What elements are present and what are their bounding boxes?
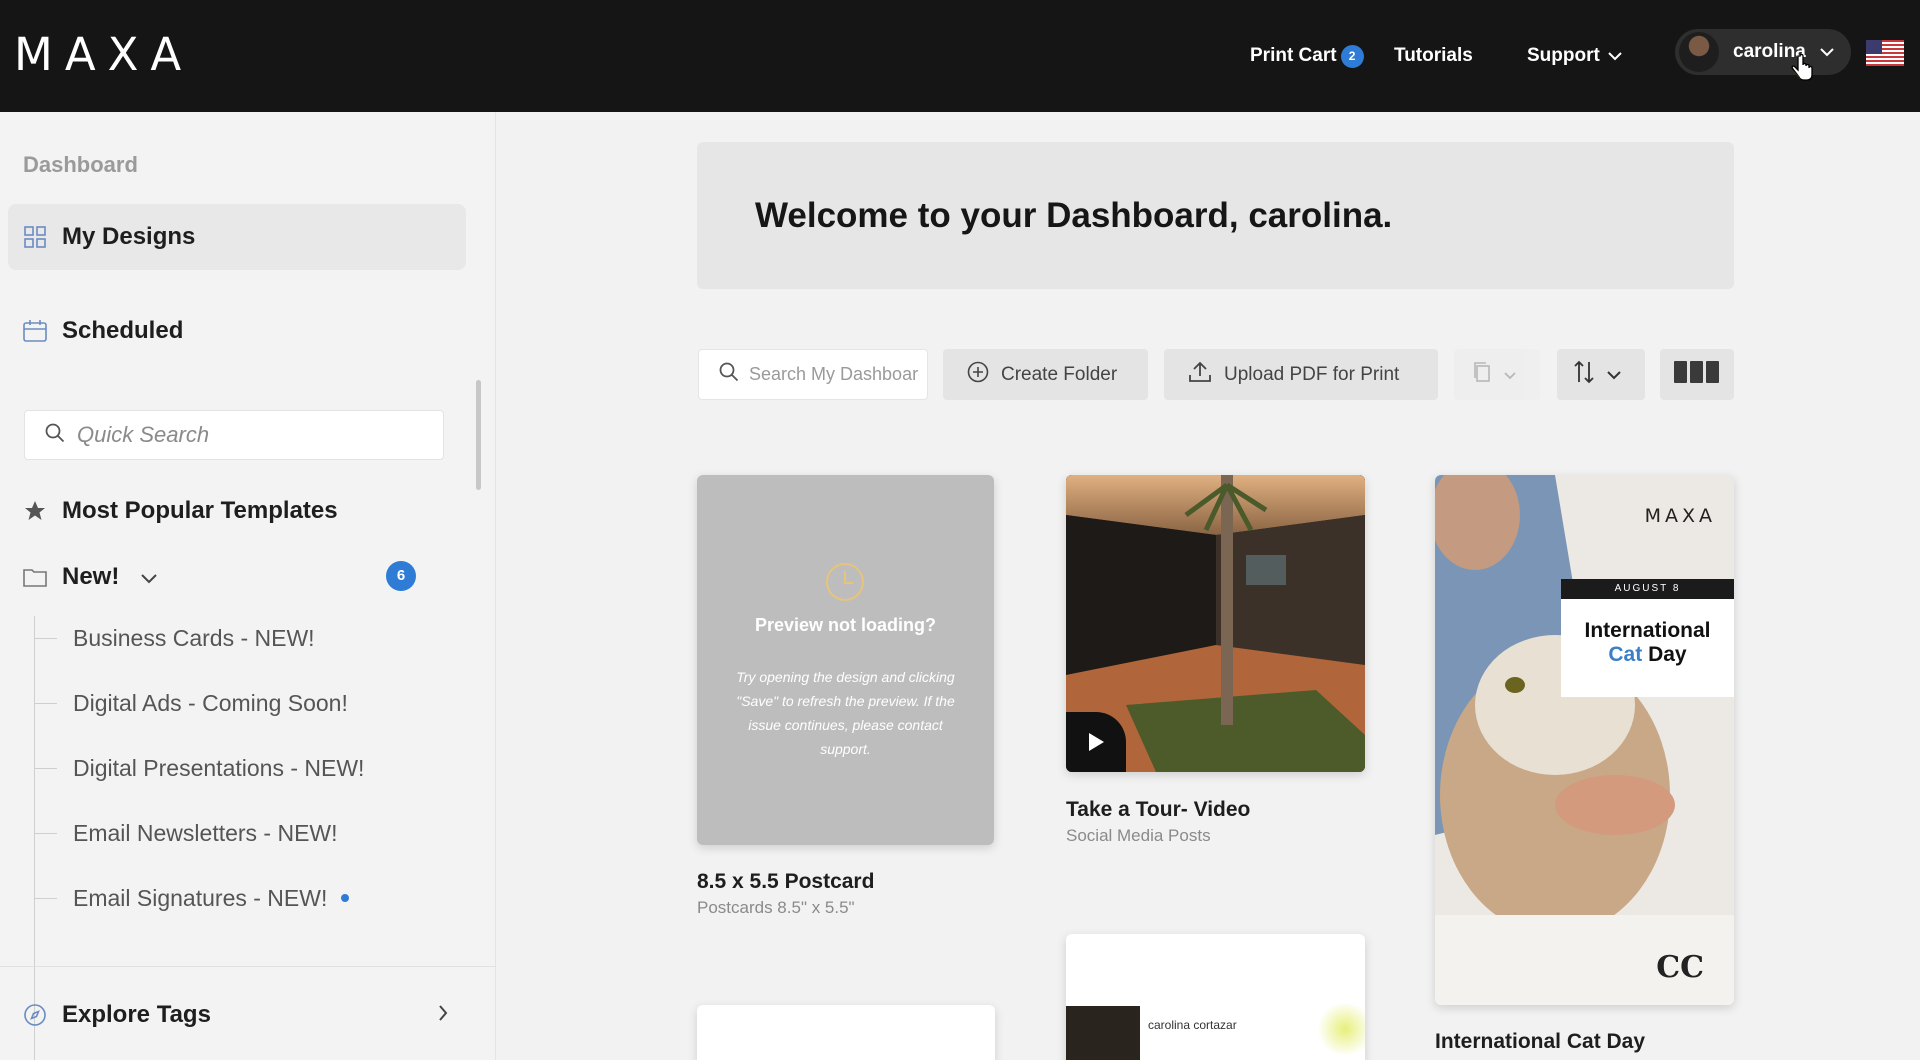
cat-card-line2: Cat Day (1561, 643, 1734, 667)
upload-pdf-label: Upload PDF for Print (1224, 363, 1400, 385)
support-label: Support (1527, 45, 1600, 66)
sidebar-subitem-business-cards[interactable]: Business Cards - NEW! (35, 618, 475, 658)
chevron-down-icon (1504, 364, 1516, 386)
sidebar-subitem-label: Digital Presentations - NEW! (73, 754, 365, 781)
cat-card-label-box: AUGUST 8 International Cat Day (1561, 579, 1734, 697)
sidebar-item-explore-tags[interactable]: Explore Tags (8, 982, 466, 1048)
play-button[interactable] (1066, 712, 1126, 772)
sort-icon (1573, 360, 1595, 390)
sidebar-item-my-designs[interactable]: My Designs (8, 204, 466, 270)
design-card-title[interactable]: 8.5 x 5.5 Postcard (697, 870, 874, 894)
us-flag-icon[interactable] (1866, 40, 1904, 66)
sidebar-item-most-popular[interactable]: Most Popular Templates (8, 478, 466, 544)
sidebar-item-label: New! (62, 563, 120, 590)
plus-circle-icon (967, 361, 989, 389)
preview-error-text: Try opening the design and clicking "Sav… (736, 669, 955, 757)
copy-icon (1472, 361, 1492, 389)
maxa-logo[interactable]: MAXA (14, 28, 193, 81)
design-card-subtitle: Postcards 8.5" x 5.5" (697, 898, 855, 917)
new-count-badge: 6 (386, 561, 416, 591)
dashboard-search-input[interactable] (749, 364, 919, 385)
copy-dropdown-button[interactable] (1454, 349, 1540, 400)
sidebar-subitem-label: Email Signatures - NEW! (73, 884, 328, 911)
play-icon (1089, 733, 1104, 751)
cat-card-line2-blue: Cat (1608, 643, 1643, 666)
print-cart-link[interactable]: Print Cart 2 (1250, 0, 1364, 112)
preview-error-title: Preview not loading? (754, 615, 937, 635)
design-card-thumbnail[interactable] (697, 1005, 995, 1060)
print-cart-count-badge: 2 (1340, 44, 1364, 68)
columns-icon (1674, 360, 1720, 390)
sidebar-subitem-label: Email Newsletters - NEW! (73, 819, 338, 846)
search-icon (45, 423, 65, 448)
user-menu[interactable]: carolina (1675, 29, 1851, 75)
chevron-down-icon (1820, 41, 1834, 63)
sidebar-subitem-digital-presentations[interactable]: Digital Presentations - NEW! (35, 748, 475, 788)
design-card-cat-day-thumbnail[interactable]: MAXA AUGUST 8 International Cat Day CC (1435, 475, 1734, 1005)
search-icon (719, 362, 739, 388)
signature-decoration (1315, 1004, 1365, 1054)
cat-card-monogram: CC (1656, 950, 1704, 985)
dashboard-search-field[interactable] (698, 349, 928, 400)
sidebar: Dashboard My Designs Scheduled Most Popu… (0, 112, 496, 1060)
cat-card-line2-rest: Day (1642, 643, 1687, 666)
upload-icon (1188, 361, 1212, 389)
tutorials-link[interactable]: Tutorials (1394, 0, 1473, 112)
sidebar-dashboard-heading: Dashboard (23, 152, 138, 177)
cat-card-date: AUGUST 8 (1561, 579, 1734, 599)
grid-icon (22, 224, 48, 250)
print-cart-label: Print Cart (1250, 45, 1337, 66)
design-card-postcard-thumbnail[interactable]: Preview not loading? Try opening the des… (697, 475, 994, 845)
clock-icon (824, 561, 866, 608)
quick-search-field[interactable] (24, 410, 444, 460)
design-card-title[interactable]: Take a Tour- Video (1066, 798, 1250, 822)
chevron-down-icon (1608, 45, 1622, 67)
create-folder-button[interactable]: Create Folder (943, 349, 1148, 400)
sidebar-subitem-email-newsletters[interactable]: Email Newsletters - NEW! (35, 813, 475, 853)
sidebar-item-scheduled[interactable]: Scheduled (8, 298, 466, 364)
signature-photo (1066, 1006, 1140, 1060)
sidebar-item-label: Most Popular Templates (62, 497, 338, 524)
signature-name: carolina cortazar (1148, 1018, 1237, 1032)
folder-icon (22, 564, 48, 590)
support-menu[interactable]: Support (1527, 0, 1622, 112)
sidebar-item-label: Scheduled (62, 317, 184, 344)
create-folder-label: Create Folder (1001, 363, 1118, 385)
compass-icon (22, 1002, 48, 1028)
quick-search-input[interactable] (77, 422, 417, 448)
design-card-subtitle: Social Media Posts (1066, 826, 1211, 845)
sidebar-subitem-label: Business Cards - NEW! (73, 624, 315, 651)
chevron-right-icon[interactable] (438, 1005, 448, 1026)
sidebar-subitem-digital-ads[interactable]: Digital Ads - Coming Soon! (35, 683, 475, 723)
sort-dropdown-button[interactable] (1557, 349, 1645, 400)
sidebar-scrollbar[interactable] (476, 380, 481, 490)
welcome-banner: Welcome to your Dashboard, carolina. (697, 142, 1734, 289)
chevron-down-icon[interactable] (141, 563, 158, 591)
grid-view-toggle[interactable] (1660, 349, 1734, 400)
top-navigation-bar: MAXA Print Cart 2 Tutorials Support caro… (0, 0, 1920, 112)
sidebar-subitem-email-signatures[interactable]: Email Signatures - NEW! (35, 878, 475, 918)
hand-cursor-icon (1791, 54, 1813, 81)
cat-photo (1435, 475, 1734, 1005)
calendar-icon (22, 318, 48, 344)
sidebar-item-label: Explore Tags (62, 1001, 211, 1028)
design-card-video-thumbnail[interactable] (1066, 475, 1365, 772)
design-card-title[interactable]: International Cat Day (1435, 1030, 1645, 1054)
sidebar-divider (0, 966, 496, 967)
design-card-email-signature-thumbnail[interactable]: carolina cortazar (1066, 934, 1365, 1060)
sidebar-subitem-label: Digital Ads - Coming Soon! (73, 689, 348, 716)
cat-card-brand: MAXA (1644, 505, 1716, 527)
avatar (1679, 32, 1719, 72)
sidebar-item-label: My Designs (62, 223, 196, 250)
unread-dot (341, 894, 350, 902)
upload-pdf-button[interactable]: Upload PDF for Print (1164, 349, 1438, 400)
cat-card-line1: International (1584, 619, 1711, 642)
star-icon (22, 498, 48, 524)
chevron-down-icon (1607, 364, 1621, 386)
